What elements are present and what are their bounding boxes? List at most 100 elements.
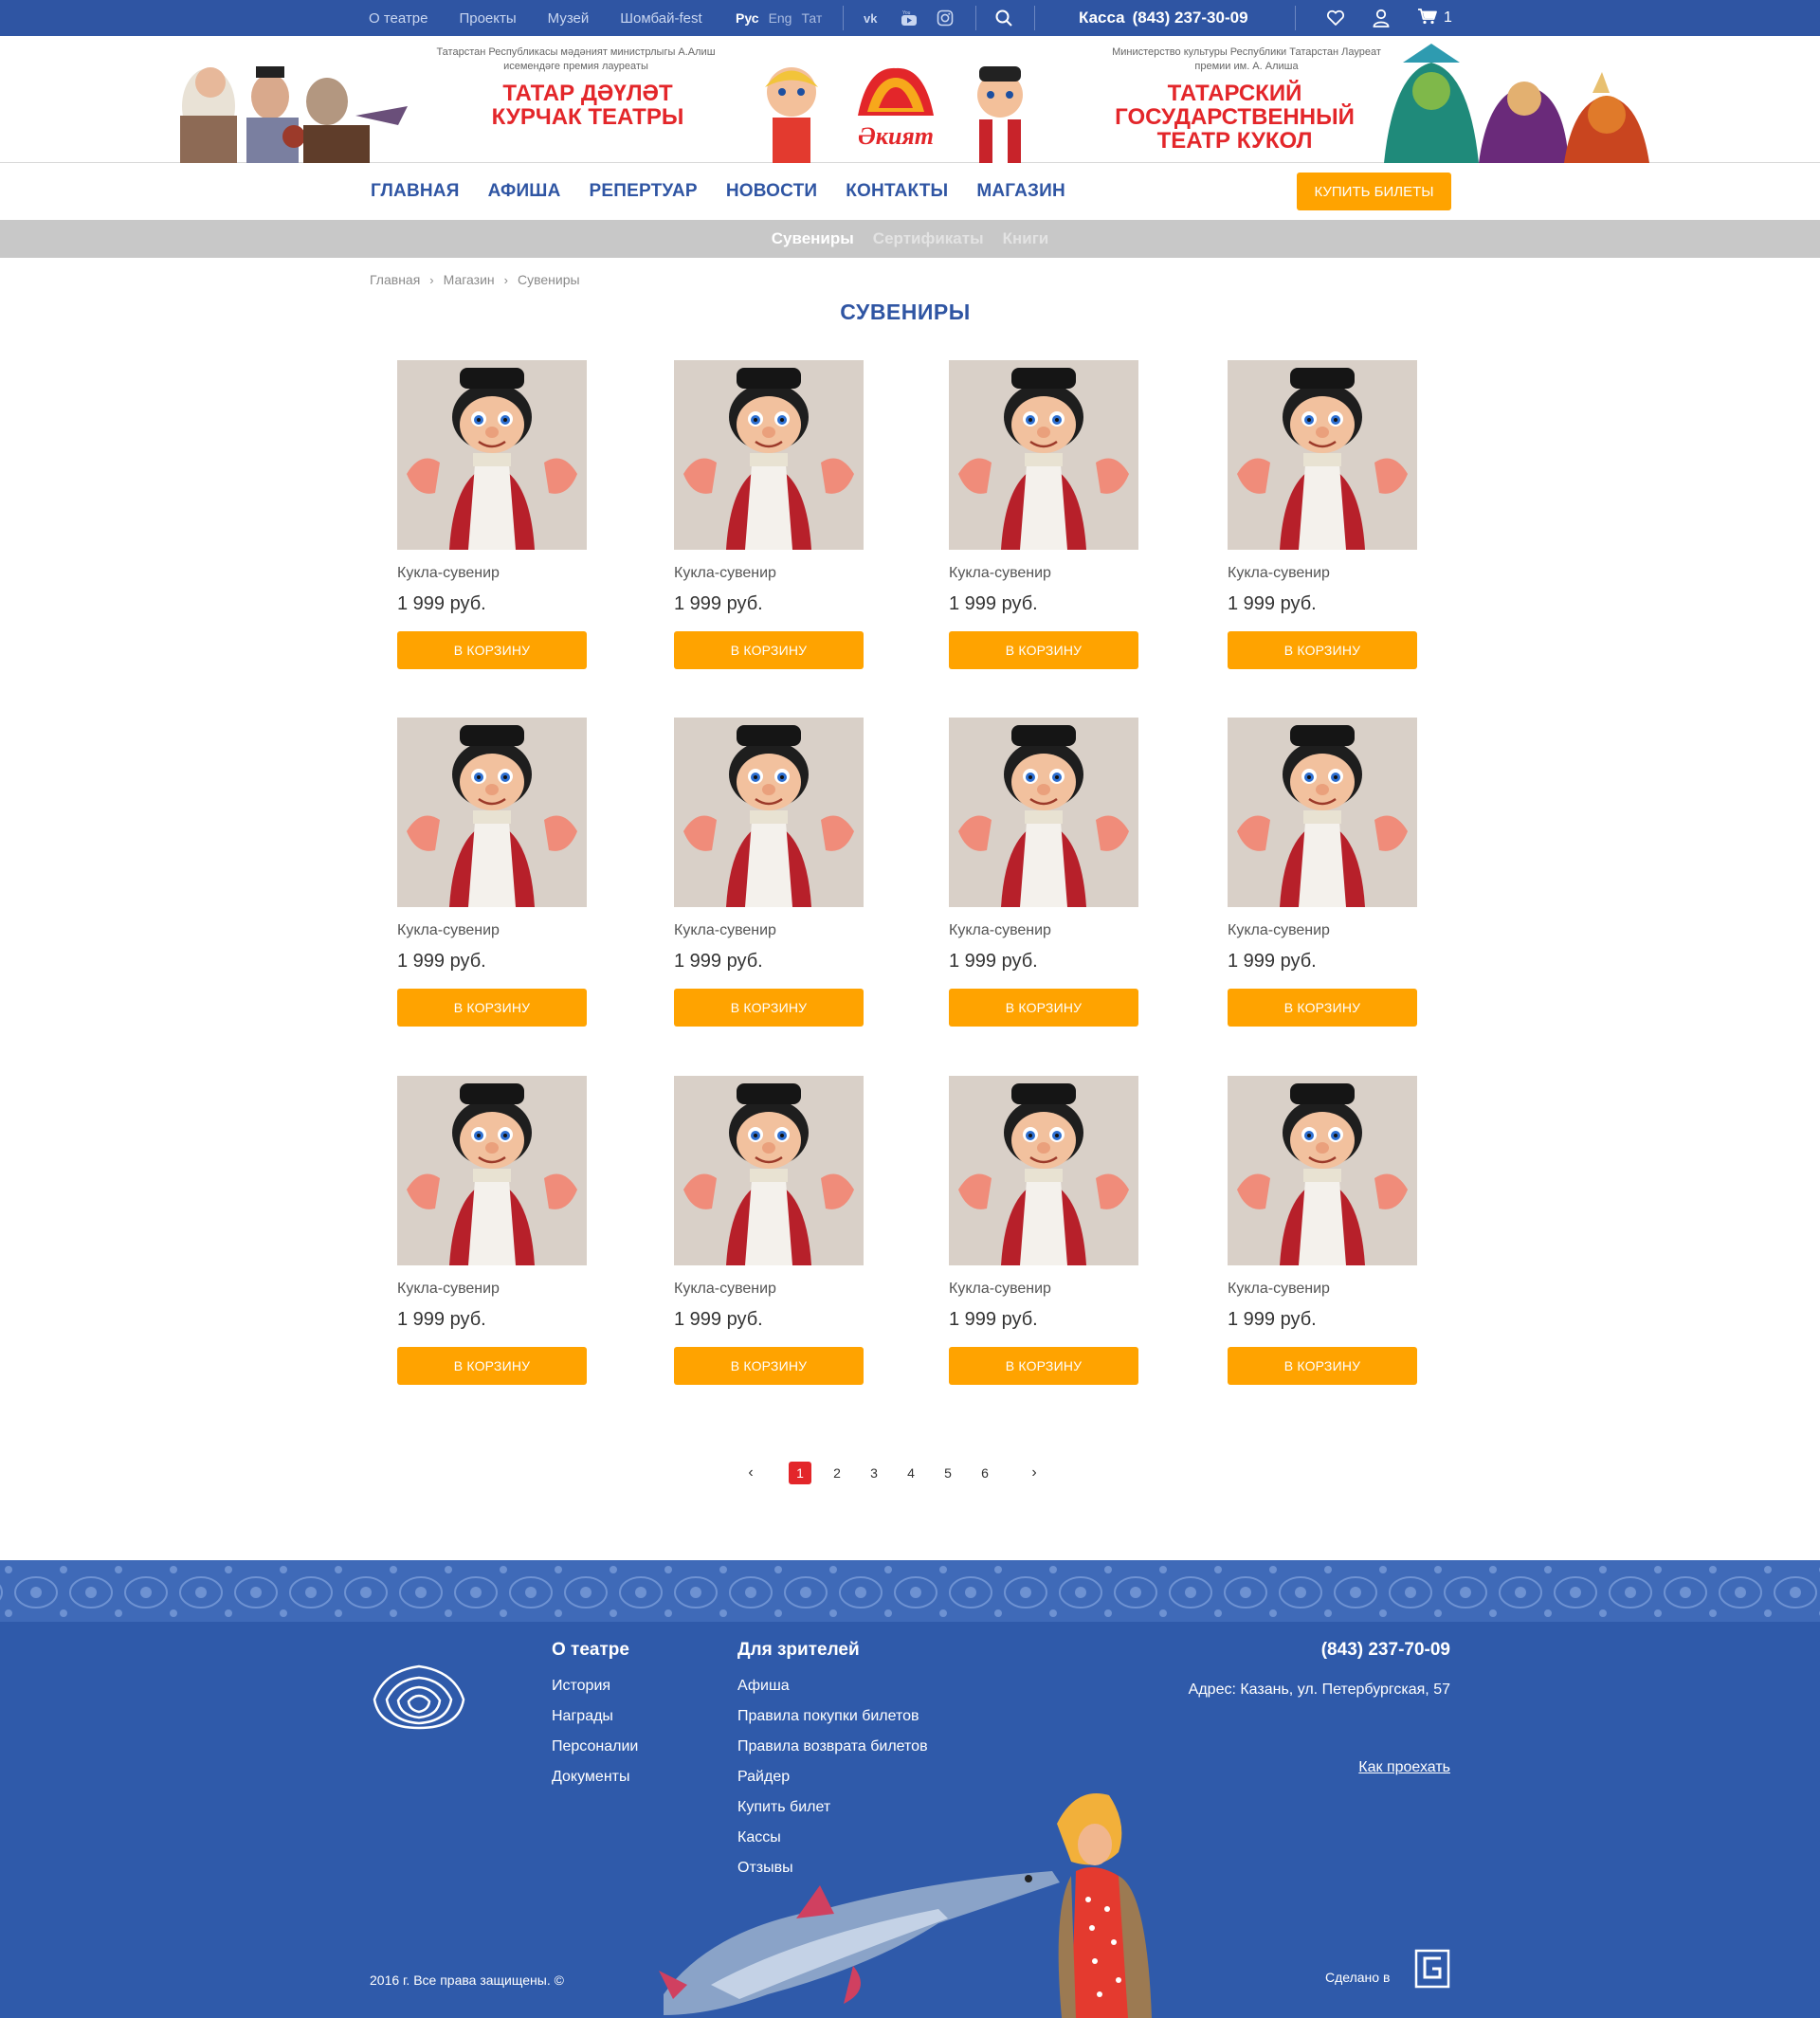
- subnav-item-souvenirs[interactable]: Сувениры: [772, 229, 854, 248]
- product-name[interactable]: Кукла-сувенир: [1228, 565, 1330, 582]
- product-name[interactable]: Кукла-сувенир: [1228, 922, 1330, 939]
- footer-phone[interactable]: (843) 237-70-09: [1321, 1640, 1450, 1661]
- nav-item-shop[interactable]: МАГАЗИН: [976, 181, 1065, 202]
- product-card[interactable]: Кукла-сувенир 1 999 руб. В КОРЗИНУ: [949, 718, 1138, 1030]
- cart-button[interactable]: 1: [1417, 8, 1452, 29]
- add-to-cart-button[interactable]: В КОРЗИНУ: [949, 1347, 1138, 1385]
- top-link-shombai-fest[interactable]: Шомбай-fest: [620, 10, 701, 27]
- breadcrumb-shop[interactable]: Магазин: [444, 272, 495, 287]
- add-to-cart-button[interactable]: В КОРЗИНУ: [397, 1347, 587, 1385]
- add-to-cart-button[interactable]: В КОРЗИНУ: [1228, 631, 1417, 669]
- youtube-icon[interactable]: You: [900, 9, 919, 27]
- product-name[interactable]: Кукла-сувенир: [949, 922, 1051, 939]
- product-card[interactable]: Кукла-сувенир 1 999 руб. В КОРЗИНУ: [674, 1076, 864, 1389]
- theatre-logo[interactable]: Әкият: [735, 49, 1057, 163]
- footer-link-return-rules[interactable]: Правила возврата билетов: [737, 1738, 928, 1755]
- footer-link-documents[interactable]: Документы: [552, 1769, 638, 1786]
- page-3[interactable]: 3: [863, 1462, 885, 1484]
- nav-item-afisha[interactable]: АФИША: [488, 181, 561, 202]
- top-link-projects[interactable]: Проекты: [459, 10, 516, 27]
- subnav-item-books[interactable]: Книги: [1003, 229, 1049, 248]
- divider: [975, 6, 976, 30]
- product-image[interactable]: [949, 360, 1138, 550]
- footer-link-afisha[interactable]: Афиша: [737, 1678, 928, 1695]
- add-to-cart-button[interactable]: В КОРЗИНУ: [674, 631, 864, 669]
- product-card[interactable]: Кукла-сувенир 1 999 руб. В КОРЗИНУ: [397, 360, 587, 673]
- footer-link-awards[interactable]: Награды: [552, 1708, 638, 1725]
- page-5[interactable]: 5: [937, 1462, 959, 1484]
- breadcrumb-home[interactable]: Главная: [370, 272, 420, 287]
- add-to-cart-button[interactable]: В КОРЗИНУ: [1228, 1347, 1417, 1385]
- product-image[interactable]: [949, 718, 1138, 907]
- add-to-cart-button[interactable]: В КОРЗИНУ: [397, 631, 587, 669]
- footer-logo-icon[interactable]: [370, 1657, 469, 1733]
- footer-copyright: 2016 г. Все права защищены. ©: [370, 1973, 564, 1988]
- subnav-item-certificates[interactable]: Сертификаты: [873, 229, 984, 248]
- product-name[interactable]: Кукла-сувенир: [674, 565, 776, 582]
- product-card[interactable]: Кукла-сувенир 1 999 руб. В КОРЗИНУ: [397, 718, 587, 1030]
- product-image[interactable]: [1228, 718, 1417, 907]
- add-to-cart-button[interactable]: В КОРЗИНУ: [397, 989, 587, 1027]
- top-link-museum[interactable]: Музей: [548, 10, 590, 27]
- chevron-right-icon[interactable]: ›: [1023, 1462, 1046, 1484]
- product-name[interactable]: Кукла-сувенир: [674, 1281, 776, 1298]
- page-1[interactable]: 1: [789, 1462, 811, 1484]
- product-card[interactable]: Кукла-сувенир 1 999 руб. В КОРЗИНУ: [1228, 360, 1417, 673]
- add-to-cart-button[interactable]: В КОРЗИНУ: [949, 989, 1138, 1027]
- buy-tickets-button[interactable]: КУПИТЬ БИЛЕТЫ: [1297, 173, 1451, 210]
- product-image[interactable]: [674, 718, 864, 907]
- heart-icon[interactable]: [1326, 9, 1345, 27]
- footer-link-people[interactable]: Персоналии: [552, 1738, 638, 1755]
- page-2[interactable]: 2: [826, 1462, 848, 1484]
- product-image[interactable]: [397, 1076, 587, 1265]
- user-icon[interactable]: [1372, 9, 1391, 27]
- product-name[interactable]: Кукла-сувенир: [1228, 1281, 1330, 1298]
- add-to-cart-button[interactable]: В КОРЗИНУ: [949, 631, 1138, 669]
- product-card[interactable]: Кукла-сувенир 1 999 руб. В КОРЗИНУ: [1228, 718, 1417, 1030]
- product-card[interactable]: Кукла-сувенир 1 999 руб. В КОРЗИНУ: [674, 718, 864, 1030]
- product-image[interactable]: [397, 360, 587, 550]
- footer: О театре История Награды Персоналии Доку…: [0, 1560, 1820, 2018]
- page-4[interactable]: 4: [900, 1462, 922, 1484]
- lang-eng[interactable]: Eng: [769, 10, 792, 26]
- product-image[interactable]: [674, 360, 864, 550]
- product-image[interactable]: [949, 1076, 1138, 1265]
- add-to-cart-button[interactable]: В КОРЗИНУ: [674, 1347, 864, 1385]
- lang-tat[interactable]: Тат: [801, 10, 822, 26]
- product-image[interactable]: [1228, 1076, 1417, 1265]
- product-name[interactable]: Кукла-сувенир: [674, 922, 776, 939]
- product-name[interactable]: Кукла-сувенир: [397, 565, 500, 582]
- add-to-cart-button[interactable]: В КОРЗИНУ: [1228, 989, 1417, 1027]
- nav-item-repertoire[interactable]: РЕПЕРТУАР: [590, 181, 698, 202]
- product-name[interactable]: Кукла-сувенир: [949, 1281, 1051, 1298]
- footer-route-link[interactable]: Как проехать: [1358, 1759, 1450, 1776]
- product-card[interactable]: Кукла-сувенир 1 999 руб. В КОРЗИНУ: [397, 1076, 587, 1389]
- product-name[interactable]: Кукла-сувенир: [949, 565, 1051, 582]
- lang-rus[interactable]: Рус: [736, 10, 759, 26]
- kassa-phone[interactable]: Касса (843) 237-30-09: [1079, 0, 1248, 36]
- product-image[interactable]: [674, 1076, 864, 1265]
- product-card[interactable]: Кукла-сувенир 1 999 руб. В КОРЗИНУ: [1228, 1076, 1417, 1389]
- instagram-icon[interactable]: [936, 9, 955, 27]
- search-icon[interactable]: [994, 9, 1013, 32]
- footer-column-title: О театре: [552, 1640, 629, 1660]
- product-image[interactable]: [397, 718, 587, 907]
- chevron-right-icon: ›: [429, 272, 434, 287]
- nav-item-contacts[interactable]: КОНТАКТЫ: [846, 181, 948, 202]
- product-card[interactable]: Кукла-сувенир 1 999 руб. В КОРЗИНУ: [674, 360, 864, 673]
- product-card[interactable]: Кукла-сувенир 1 999 руб. В КОРЗИНУ: [949, 360, 1138, 673]
- footer-link-purchase-rules[interactable]: Правила покупки билетов: [737, 1708, 928, 1725]
- vk-icon[interactable]: vk: [864, 9, 883, 27]
- footer-link-history[interactable]: История: [552, 1678, 638, 1695]
- nav-item-home[interactable]: ГЛАВНАЯ: [371, 181, 460, 202]
- product-name[interactable]: Кукла-сувенир: [397, 1281, 500, 1298]
- add-to-cart-button[interactable]: В КОРЗИНУ: [674, 989, 864, 1027]
- product-image[interactable]: [1228, 360, 1417, 550]
- product-card[interactable]: Кукла-сувенир 1 999 руб. В КОРЗИНУ: [949, 1076, 1138, 1389]
- nav-item-news[interactable]: НОВОСТИ: [726, 181, 817, 202]
- developer-logo-icon[interactable]: [1414, 1949, 1450, 1989]
- product-name[interactable]: Кукла-сувенир: [397, 922, 500, 939]
- top-link-about[interactable]: О театре: [369, 10, 428, 27]
- chevron-left-icon[interactable]: ‹: [739, 1462, 762, 1484]
- page-6[interactable]: 6: [974, 1462, 996, 1484]
